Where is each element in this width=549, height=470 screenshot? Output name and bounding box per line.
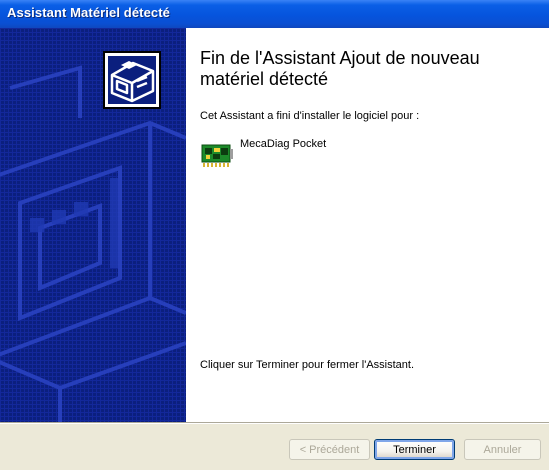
cancel-button[interactable]: Annuler xyxy=(464,439,541,460)
button-bar: < Précédent Terminer Annuler xyxy=(0,424,549,470)
wizard-window: Assistant Matériel détecté Fin de l'Assi… xyxy=(0,0,549,470)
title-bar[interactable]: Assistant Matériel détecté xyxy=(0,0,549,28)
intro-text: Cet Assistant a fini d'installer le logi… xyxy=(200,110,420,122)
device-name: MecaDiag Pocket xyxy=(240,138,327,150)
wizard-content: Fin de l'Assistant Ajout de nouveau maté… xyxy=(186,28,549,422)
page-title: Fin de l'Assistant Ajout de nouveau maté… xyxy=(200,48,480,89)
finish-button[interactable]: Terminer xyxy=(374,439,455,460)
wizard-sidebar xyxy=(0,28,186,422)
previous-button[interactable]: < Précédent xyxy=(289,439,370,460)
circuit-board-icon xyxy=(201,144,233,167)
window-title: Assistant Matériel détecté xyxy=(7,5,170,20)
hardware-wizard-icon xyxy=(103,51,161,109)
finish-instruction-text: Cliquer sur Terminer pour fermer l'Assis… xyxy=(200,359,415,371)
